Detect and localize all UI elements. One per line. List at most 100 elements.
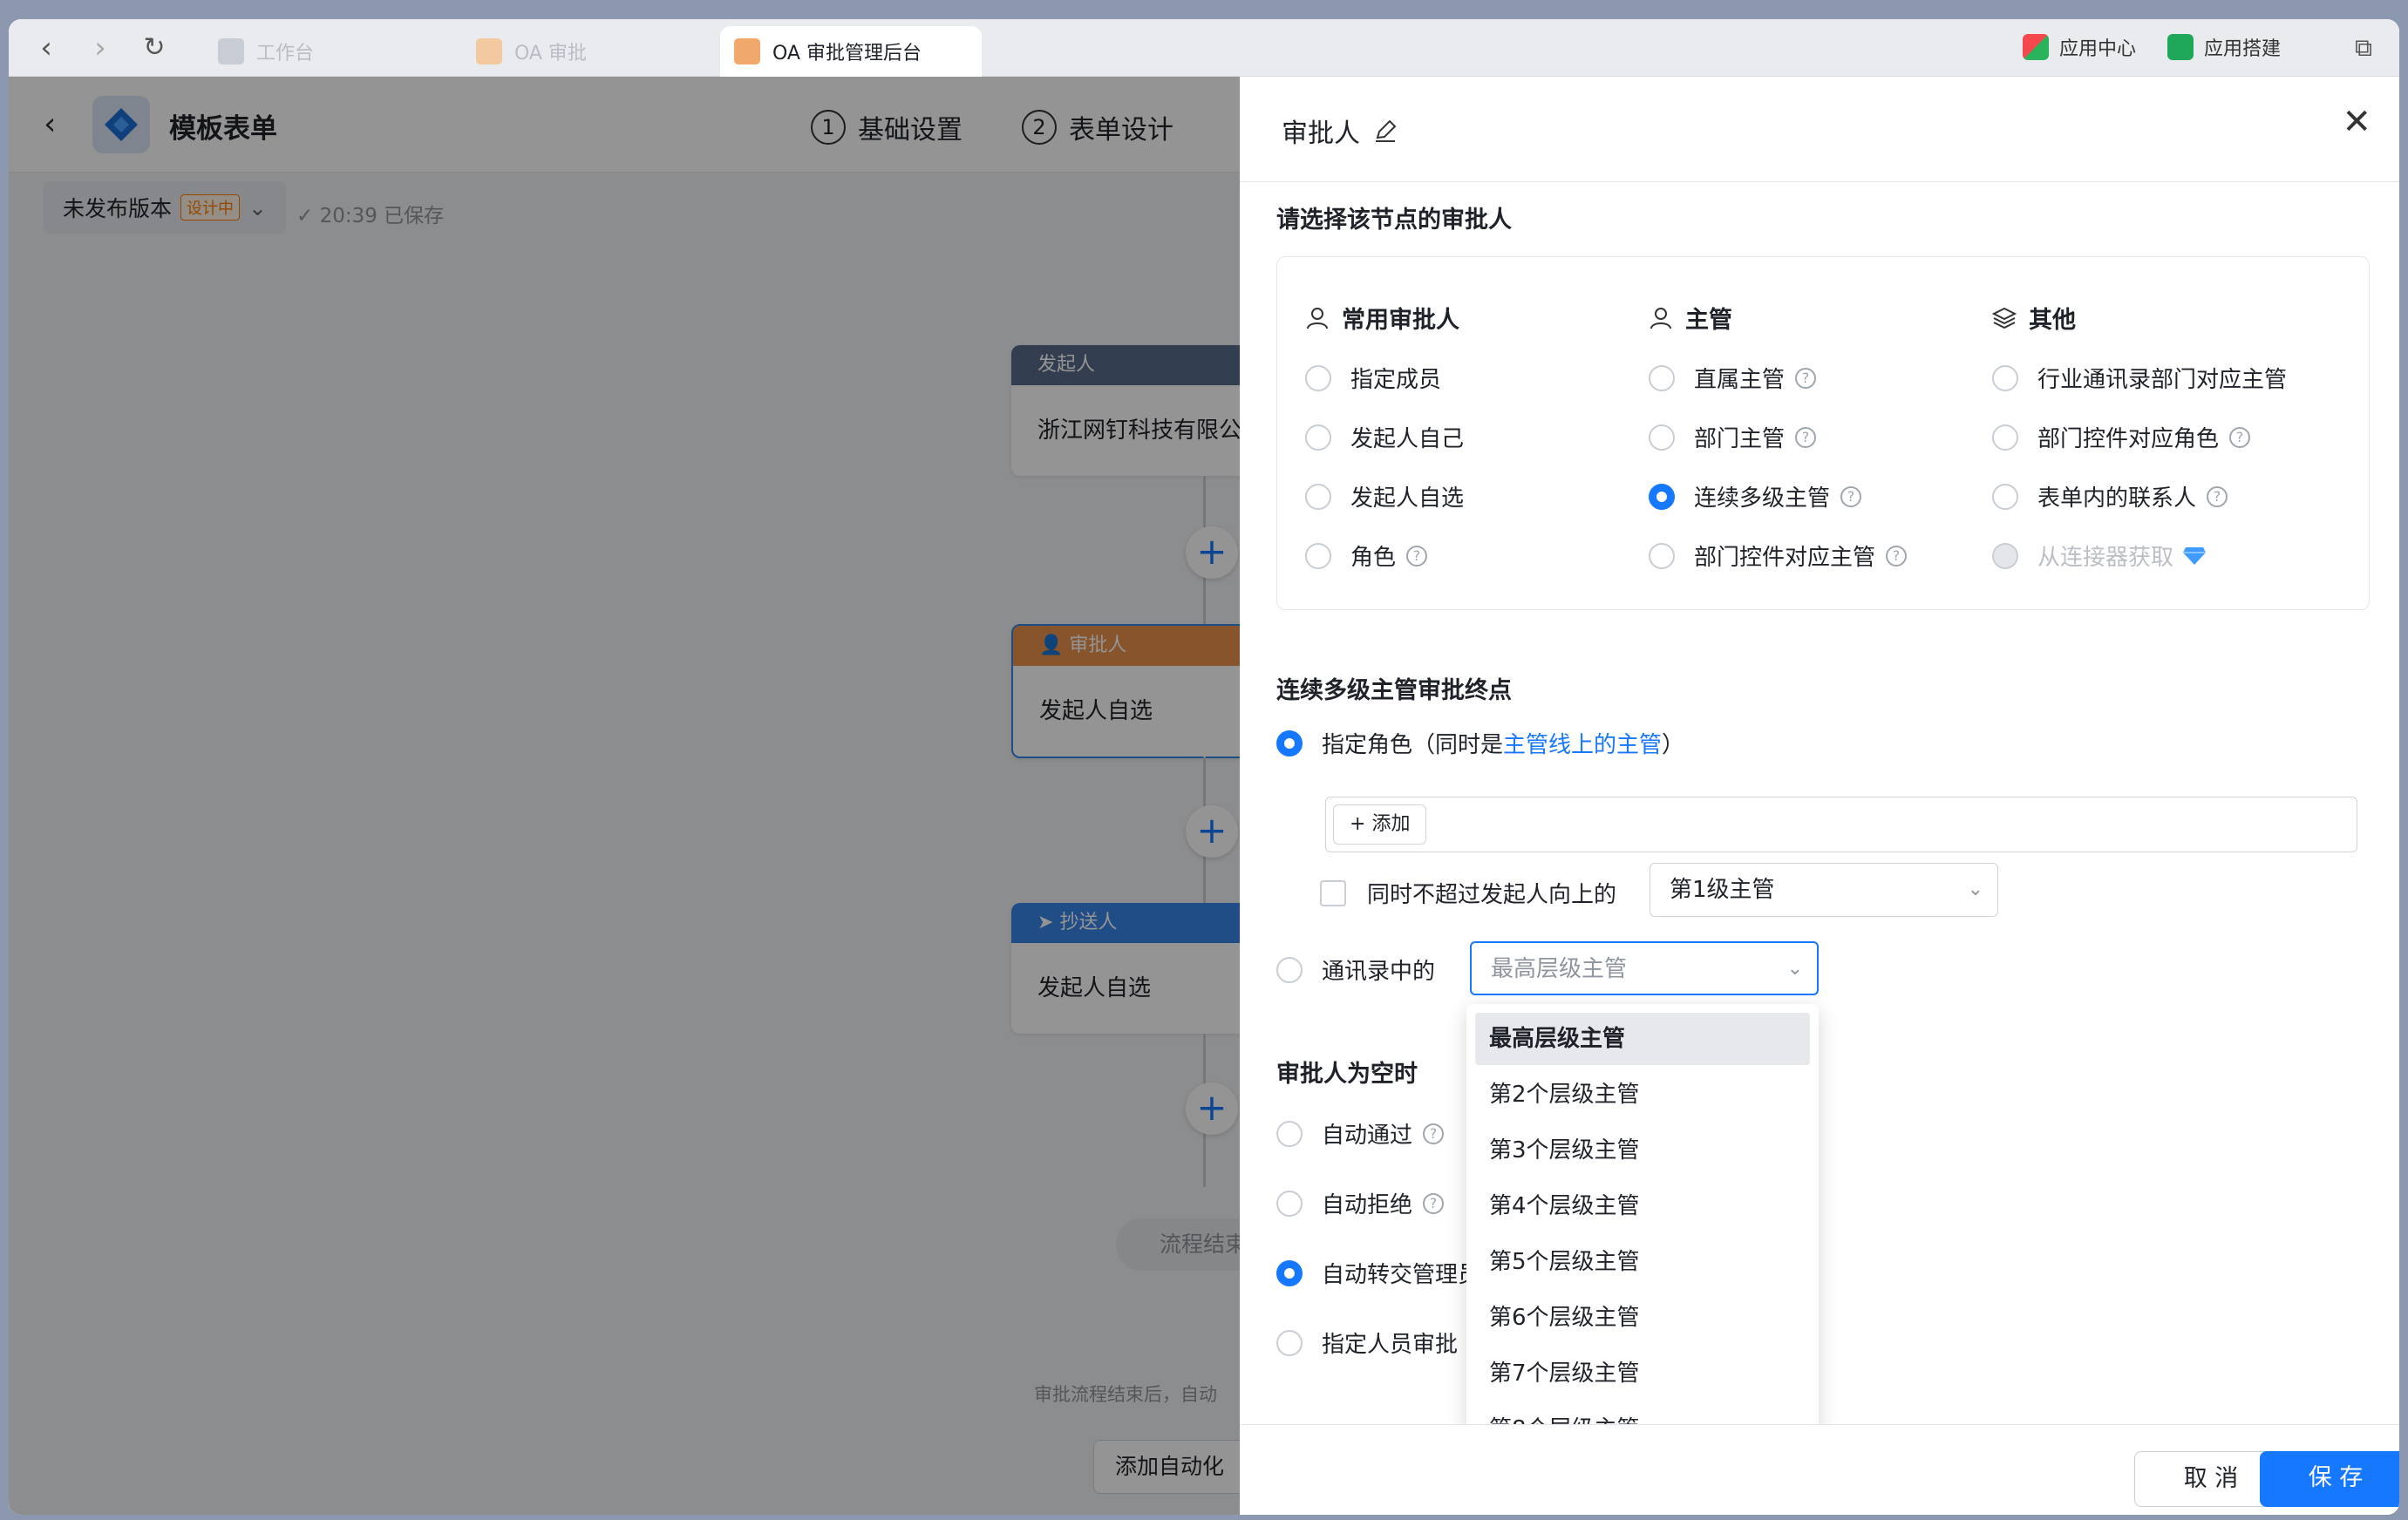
- radio[interactable]: [1276, 1190, 1303, 1217]
- option-initiator-choose[interactable]: 发起人自选: [1305, 480, 1464, 512]
- radio[interactable]: [1992, 364, 2018, 391]
- radio-selected[interactable]: [1276, 1259, 1303, 1286]
- radio-selected[interactable]: [1276, 729, 1303, 757]
- approver-drawer: 审批人 ✕ 请选择该节点的审批人 常用审批人 指定成员 发起人自己 发起人自选 …: [1240, 77, 2399, 1515]
- add-role-button[interactable]: + 添加: [1333, 804, 1427, 845]
- column-header-other: 其他: [1992, 301, 2076, 335]
- help-icon[interactable]: ?: [1423, 1123, 1445, 1144]
- option-direct-supervisor[interactable]: 直属主管?: [1649, 362, 1817, 394]
- help-icon[interactable]: ?: [2229, 426, 2251, 448]
- radio[interactable]: [1992, 483, 2018, 510]
- help-icon[interactable]: ?: [1795, 426, 1817, 448]
- option-industry-dept-supervisor[interactable]: 行业通讯录部门对应主管: [1992, 362, 2287, 394]
- drawer-title-label: 审批人: [1282, 119, 1360, 149]
- checkbox[interactable]: [1320, 879, 1346, 906]
- option-initiator-self[interactable]: 发起人自己: [1305, 421, 1464, 453]
- option-label: 连续多级主管: [1694, 485, 1831, 512]
- refresh-icon[interactable]: ↻: [136, 30, 173, 66]
- option-auto-pass[interactable]: 自动通过?: [1276, 1117, 1445, 1150]
- option-label: 自动通过: [1322, 1123, 1413, 1149]
- option-multilevel-supervisor[interactable]: 连续多级主管?: [1649, 480, 1862, 512]
- option-label: 通讯录中的: [1322, 959, 1436, 985]
- option-endpoint-role[interactable]: 指定角色（同时是 主管线上的主管）: [1276, 727, 1684, 759]
- dropdown-option[interactable]: 第7个层级主管: [1475, 1347, 1810, 1400]
- column-header-common: 常用审批人: [1305, 301, 1459, 335]
- divider: [1240, 181, 2399, 182]
- level-select[interactable]: 第1级主管 ⌄: [1650, 863, 1998, 917]
- radio[interactable]: [1276, 956, 1303, 983]
- supervisor-line-link[interactable]: 主管线上的主管: [1503, 727, 1662, 759]
- radio[interactable]: [1305, 364, 1331, 391]
- dropdown-option[interactable]: 第4个层级主管: [1475, 1180, 1810, 1232]
- radio[interactable]: [1276, 1329, 1303, 1356]
- column-header-supervisor: 主管: [1649, 301, 1732, 335]
- open-external-icon[interactable]: ⧉: [2345, 30, 2382, 66]
- option-department-supervisor[interactable]: 部门主管?: [1649, 421, 1817, 453]
- radio[interactable]: [1305, 424, 1331, 451]
- option-role[interactable]: 角色?: [1305, 539, 1428, 572]
- modal-overlay[interactable]: [9, 77, 1240, 1515]
- forward-icon[interactable]: ›: [82, 30, 119, 66]
- add-label: 添加: [1371, 813, 1411, 835]
- dropdown-option[interactable]: 最高层级主管: [1475, 1013, 1810, 1065]
- option-label: 部门主管: [1694, 426, 1786, 452]
- tab-workbench[interactable]: 工作台: [204, 26, 314, 77]
- option-label-suffix: ）: [1662, 732, 1685, 758]
- help-icon[interactable]: ?: [1795, 367, 1817, 389]
- option-limit-level[interactable]: 同时不超过发起人向上的: [1320, 877, 1616, 909]
- approver-type-card: 常用审批人 指定成员 发起人自己 发起人自选 角色? 主管 直属主管? 部门主管…: [1276, 256, 2370, 610]
- tab-bar: ‹ › ↻ 工作台 OA 审批 OA 审批管理后台 应用中心 应用搭建 ⧉: [9, 19, 2399, 77]
- drawer-title: 审批人: [1282, 112, 1398, 150]
- tab-oa-admin[interactable]: OA 审批管理后台: [720, 26, 982, 77]
- supervisor-icon: [1650, 307, 1671, 329]
- option-contacts[interactable]: 通讯录中的: [1276, 953, 1435, 986]
- option-dept-control-role[interactable]: 部门控件对应角色?: [1992, 421, 2251, 453]
- oa-icon: [476, 38, 502, 64]
- option-label: 指定成员: [1350, 367, 1442, 393]
- help-icon[interactable]: ?: [1423, 1192, 1445, 1214]
- help-icon[interactable]: ?: [1406, 545, 1428, 567]
- radio[interactable]: [1305, 483, 1331, 510]
- radio[interactable]: [1276, 1120, 1303, 1147]
- option-form-contact[interactable]: 表单内的联系人?: [1992, 480, 2228, 512]
- section-title: 请选择该节点的审批人: [1276, 207, 1512, 234]
- option-label: 自动拒绝: [1322, 1192, 1413, 1218]
- app-build-button[interactable]: 应用搭建: [2167, 33, 2281, 61]
- tab-oa-approval[interactable]: OA 审批: [462, 26, 587, 77]
- radio[interactable]: [1649, 424, 1675, 451]
- user-icon: [1307, 307, 1328, 329]
- dropdown-option[interactable]: 第3个层级主管: [1475, 1124, 1810, 1177]
- option-label: 发起人自己: [1350, 426, 1465, 452]
- help-icon[interactable]: ?: [1886, 545, 1908, 567]
- radio[interactable]: [1649, 542, 1675, 569]
- dropdown-option[interactable]: 第5个层级主管: [1475, 1236, 1810, 1288]
- option-specified-person[interactable]: 指定人员审批: [1276, 1327, 1458, 1359]
- select-placeholder: 最高层级主管: [1491, 956, 1628, 982]
- option-label: 自动转交管理员: [1322, 1262, 1481, 1288]
- layers-icon: [1992, 307, 2017, 329]
- close-icon[interactable]: ✕: [2342, 105, 2371, 139]
- option-transfer-admin[interactable]: 自动转交管理员: [1276, 1257, 1480, 1289]
- radio[interactable]: [1992, 424, 2018, 451]
- app-center-button[interactable]: 应用中心: [2023, 33, 2136, 61]
- contacts-level-select[interactable]: 最高层级主管 ⌄: [1470, 941, 1819, 995]
- help-icon[interactable]: ?: [2207, 485, 2228, 507]
- option-label: 直属主管: [1694, 367, 1786, 393]
- option-auto-reject[interactable]: 自动拒绝?: [1276, 1187, 1445, 1219]
- option-dept-control-supervisor[interactable]: 部门控件对应主管?: [1649, 539, 1908, 572]
- option-specified-member[interactable]: 指定成员: [1305, 362, 1441, 394]
- option-label: 发起人自选: [1350, 485, 1465, 512]
- help-icon[interactable]: ?: [1840, 485, 1862, 507]
- save-button[interactable]: 保 存: [2260, 1451, 2399, 1507]
- radio-selected[interactable]: [1649, 483, 1675, 510]
- edit-icon[interactable]: [1372, 118, 1398, 144]
- option-label: 表单内的联系人: [2037, 485, 2197, 512]
- column-header-label: 主管: [1685, 307, 1732, 334]
- dropdown-option[interactable]: 第2个层级主管: [1475, 1069, 1810, 1121]
- dropdown-option[interactable]: 第6个层级主管: [1475, 1292, 1810, 1344]
- role-picker[interactable]: + 添加: [1325, 797, 2357, 852]
- back-icon[interactable]: ‹: [28, 30, 65, 66]
- radio[interactable]: [1649, 364, 1675, 391]
- option-label: 指定角色（同时是: [1322, 732, 1504, 758]
- radio[interactable]: [1305, 542, 1331, 569]
